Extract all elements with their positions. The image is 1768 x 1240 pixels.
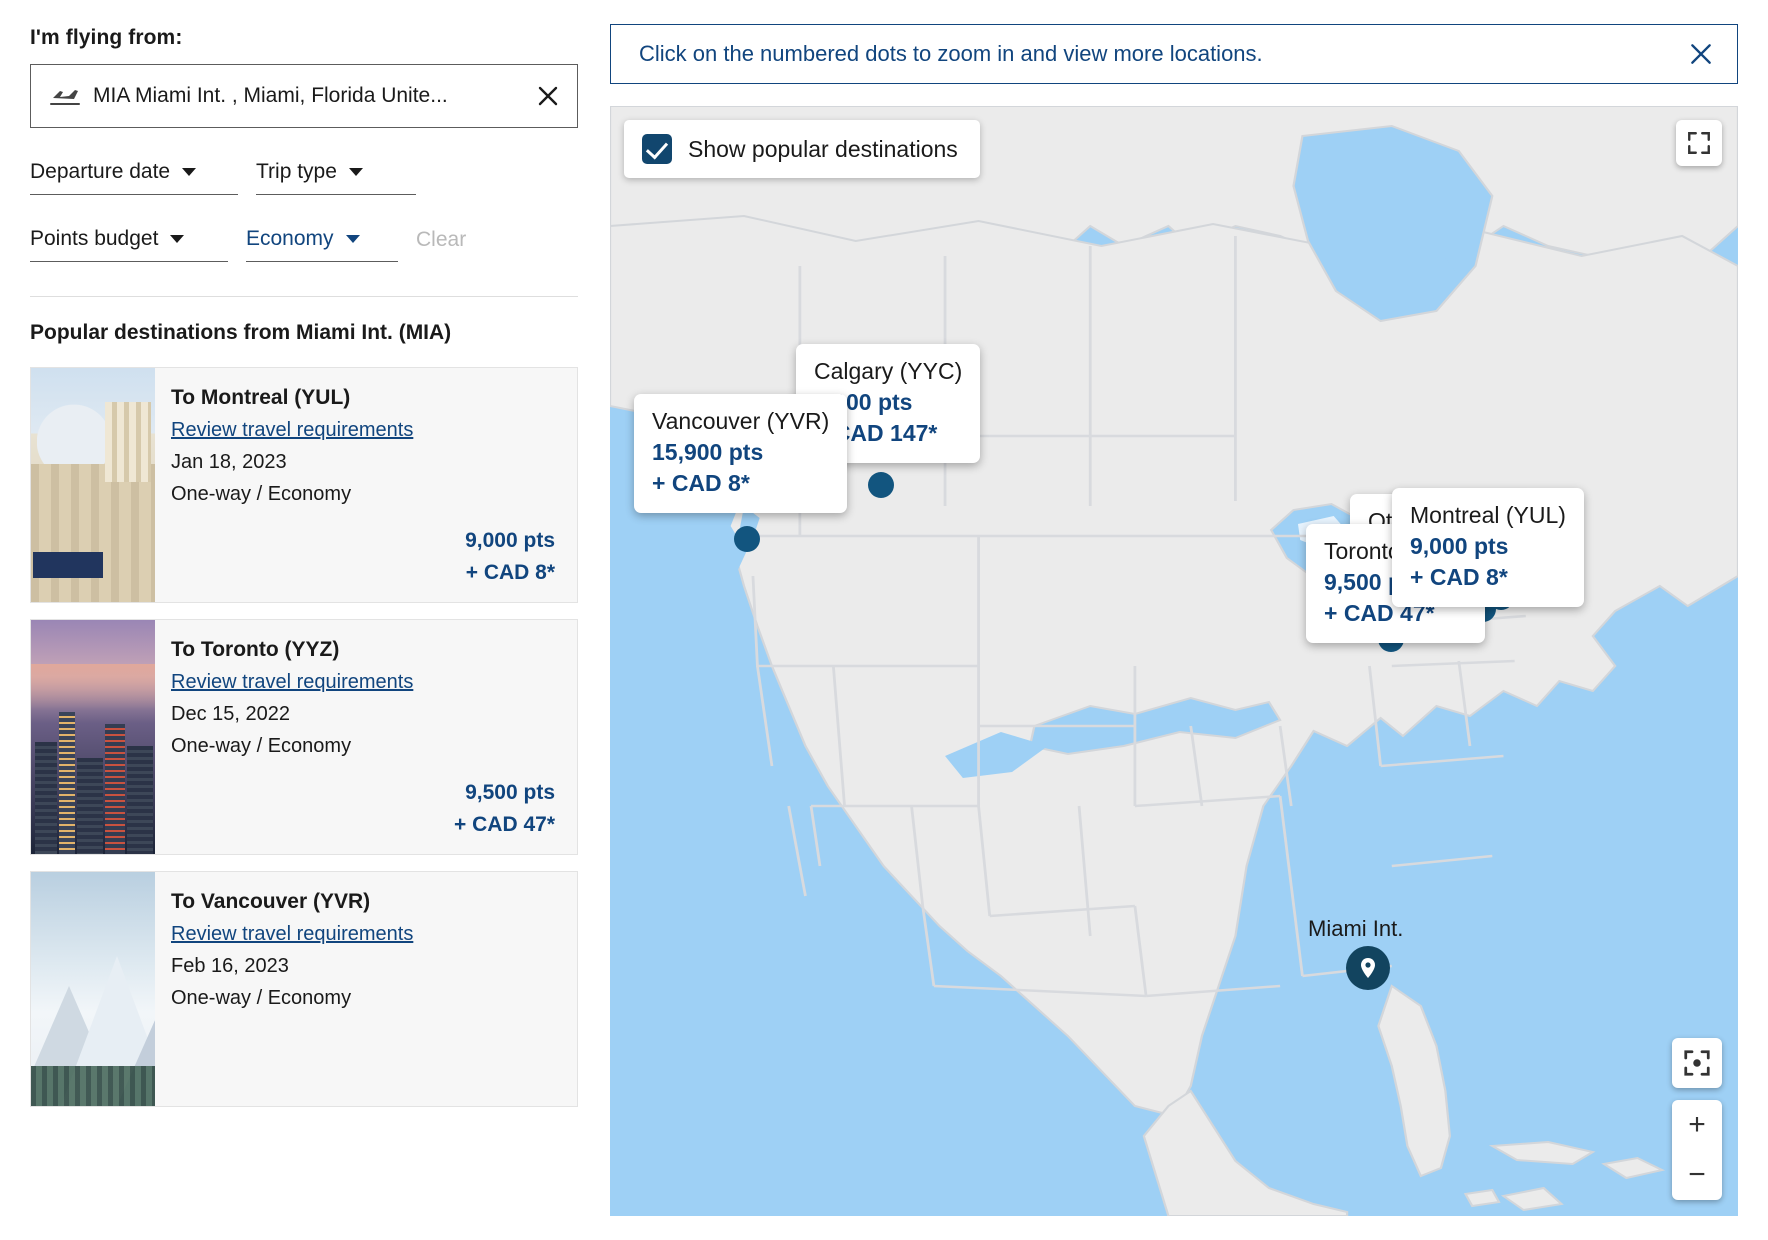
card-date: Dec 15, 2022 — [171, 703, 290, 725]
map-notice-banner: Click on the numbered dots to zoom in an… — [610, 24, 1738, 84]
chevron-down-icon — [170, 235, 185, 243]
origin-airport-value: MIA Miami Int. , Miami, Florida Unite... — [93, 84, 448, 107]
trip-type-dropdown[interactable]: Trip type — [256, 160, 416, 195]
card-body: To Toronto (YYZ) Review travel requireme… — [155, 620, 577, 854]
departure-date-label: Departure date — [30, 160, 171, 183]
airplane-departure-icon — [50, 90, 80, 105]
tooltip-points: 15,900 pts — [652, 439, 764, 466]
zoom-controls: + − — [1672, 1100, 1722, 1200]
map-canvas[interactable]: Show popular destinations + − Miami Int.… — [610, 106, 1738, 1216]
review-travel-requirements-link[interactable]: Review travel requirements — [171, 923, 413, 946]
card-cabin: One-way / Economy — [171, 735, 352, 757]
tooltip-points: 9,000 pts — [1410, 533, 1509, 560]
card-thumbnail-vancouver — [31, 872, 155, 1106]
card-cabin: One-way / Economy — [171, 987, 352, 1009]
recenter-button[interactable] — [1672, 1038, 1722, 1088]
card-title: To Vancouver (YVR) — [171, 890, 371, 913]
tooltip-city: Montreal (YUL) — [1410, 502, 1566, 528]
card-points: 9,000 pts — [465, 529, 555, 552]
card-date: Jan 18, 2023 — [171, 451, 287, 473]
card-thumbnail-toronto — [31, 620, 155, 854]
clear-filters-button[interactable]: Clear — [416, 228, 466, 262]
zoom-out-button[interactable]: − — [1672, 1150, 1722, 1200]
fullscreen-icon — [1688, 132, 1710, 154]
map-panel: Click on the numbered dots to zoom in an… — [608, 0, 1768, 1240]
map-dot-vancouver[interactable] — [734, 526, 760, 552]
map-tooltip-montreal[interactable]: Montreal (YUL) 9,000 pts + CAD 8* — [1392, 488, 1584, 608]
tooltip-cash: + CAD 8* — [1410, 564, 1508, 591]
fullscreen-button[interactable] — [1676, 120, 1722, 166]
show-popular-destinations-checkbox[interactable] — [642, 134, 672, 164]
origin-marker-label: Miami Int. — [1308, 916, 1404, 941]
card-thumbnail-montreal — [31, 368, 155, 602]
cabin-class-dropdown[interactable]: Economy — [246, 227, 398, 262]
cabin-class-label: Economy — [246, 227, 334, 250]
zoom-in-button[interactable]: + — [1672, 1100, 1722, 1150]
departure-date-dropdown[interactable]: Departure date — [30, 160, 238, 195]
card-cash: + CAD 8* — [465, 560, 555, 584]
map-pin-icon — [1361, 958, 1375, 978]
chevron-down-icon — [345, 235, 360, 243]
notice-close-icon[interactable] — [1685, 38, 1717, 70]
card-title: To Toronto (YYZ) — [171, 638, 340, 661]
tooltip-city: Vancouver (YVR) — [652, 408, 830, 434]
popular-destinations-title: Popular destinations from Miami Int. (MI… — [30, 321, 452, 344]
origin-clear-icon[interactable] — [535, 83, 561, 109]
review-travel-requirements-link[interactable]: Review travel requirements — [171, 671, 413, 694]
destination-card-montreal[interactable]: To Montreal (YUL) Review travel requirem… — [30, 367, 578, 603]
show-popular-destinations-control[interactable]: Show popular destinations — [624, 120, 980, 178]
destination-card-list: To Montreal (YUL) Review travel requirem… — [30, 367, 578, 1107]
filters-row-1: Departure date Trip type — [30, 160, 578, 195]
points-budget-dropdown[interactable]: Points budget — [30, 227, 228, 262]
map-dot-calgary[interactable] — [868, 472, 894, 498]
show-popular-destinations-label: Show popular destinations — [688, 135, 958, 162]
card-points: 9,500 pts — [465, 781, 555, 804]
card-date: Feb 16, 2023 — [171, 955, 289, 977]
flying-from-label: I'm flying from: — [30, 26, 183, 49]
card-cabin: One-way / Economy — [171, 483, 352, 505]
chevron-down-icon — [182, 168, 197, 176]
card-title: To Montreal (YUL) — [171, 386, 351, 409]
panel-divider — [30, 296, 578, 297]
card-body: To Montreal (YUL) Review travel requirem… — [155, 368, 577, 602]
card-body: To Vancouver (YVR) Review travel require… — [155, 872, 577, 1106]
map-tooltip-vancouver[interactable]: Vancouver (YVR) 15,900 pts + CAD 8* — [634, 394, 848, 514]
map-landmass — [610, 106, 1738, 1216]
destination-card-toronto[interactable]: To Toronto (YYZ) Review travel requireme… — [30, 619, 578, 855]
points-budget-label: Points budget — [30, 227, 159, 250]
filters-row-2: Points budget Economy Clear — [30, 227, 578, 262]
recenter-icon — [1684, 1050, 1710, 1076]
origin-airport-input[interactable]: MIA Miami Int. , Miami, Florida Unite... — [30, 64, 578, 128]
chevron-down-icon — [348, 168, 363, 176]
card-cash: + CAD 47* — [454, 812, 555, 836]
search-panel: I'm flying from: MIA Miami Int. , Miami,… — [0, 0, 608, 1240]
tooltip-cash: + CAD 8* — [652, 470, 750, 497]
origin-marker-pin[interactable] — [1346, 946, 1390, 990]
tooltip-city: Calgary (YYC) — [814, 358, 963, 384]
review-travel-requirements-link[interactable]: Review travel requirements — [171, 419, 413, 442]
map-notice-text: Click on the numbered dots to zoom in an… — [639, 41, 1263, 66]
destination-card-vancouver[interactable]: To Vancouver (YVR) Review travel require… — [30, 871, 578, 1107]
flight-search-page: I'm flying from: MIA Miami Int. , Miami,… — [0, 0, 1768, 1240]
card-price: 9,500 pts + CAD 47* — [454, 777, 555, 840]
card-price: 9,000 pts + CAD 8* — [465, 525, 555, 588]
trip-type-label: Trip type — [256, 160, 337, 183]
